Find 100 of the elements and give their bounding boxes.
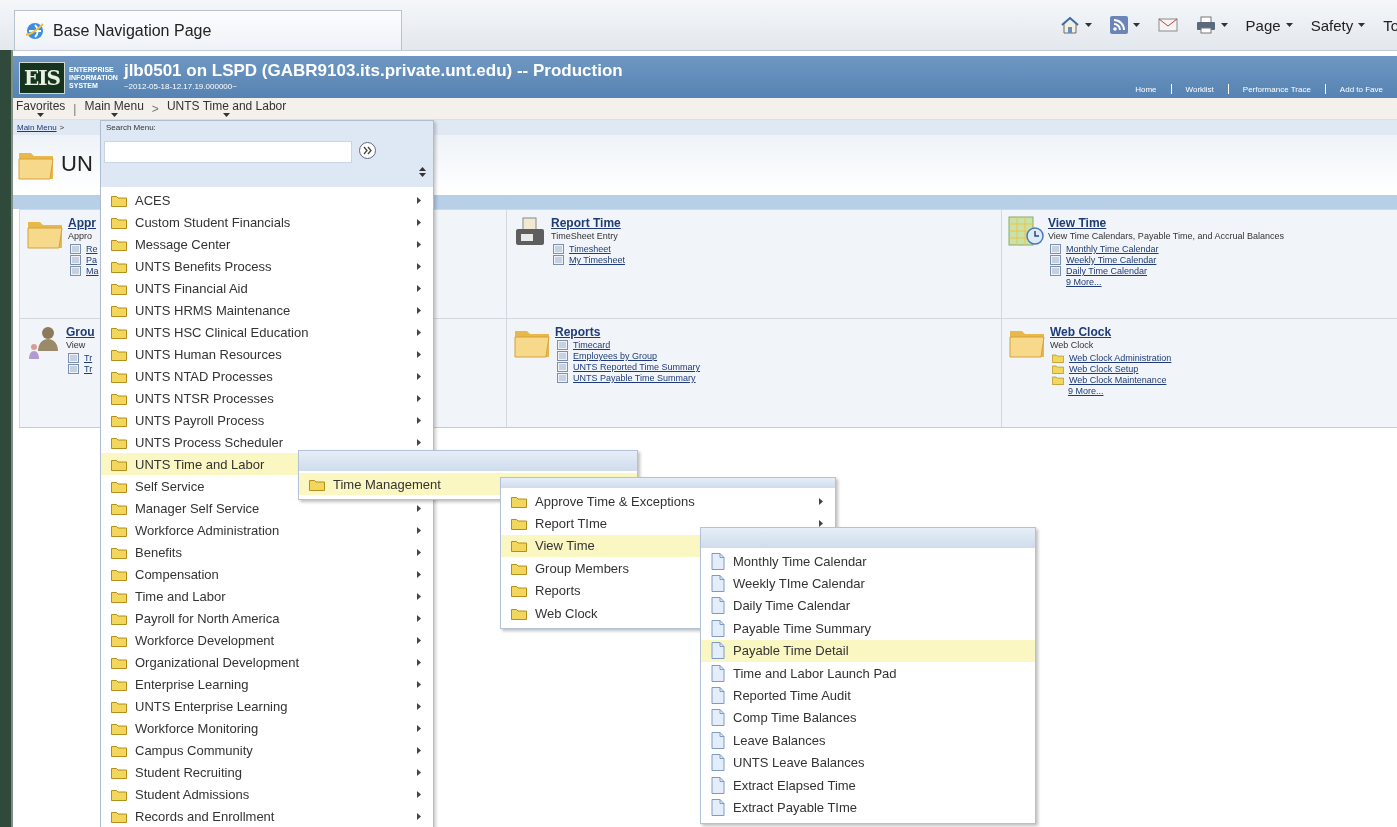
- breadcrumb-menu[interactable]: UNTS Time and Labor: [166, 100, 287, 117]
- menu-item[interactable]: Payable Time Detail: [701, 639, 1035, 662]
- tile-link[interactable]: Monthly Time Calendar: [1048, 244, 1284, 254]
- menu-item[interactable]: UNTS Payroll Process: [101, 409, 433, 431]
- tile-link[interactable]: Tr: [66, 353, 95, 363]
- menu-item[interactable]: Student Recruiting: [101, 761, 433, 783]
- menu-item[interactable]: Compensation: [101, 563, 433, 585]
- calendar-clock-icon: [1008, 216, 1044, 248]
- tile-link[interactable]: 9 More...: [1048, 277, 1284, 287]
- menu-item[interactable]: UNTS Financial Aid: [101, 277, 433, 299]
- tile-title-link[interactable]: Report Time: [551, 216, 626, 230]
- command-button[interactable]: [1107, 14, 1142, 36]
- menu-item[interactable]: Records and Enrollment: [101, 805, 433, 827]
- folder-icon: [111, 611, 127, 625]
- tile-link[interactable]: UNTS Reported Time Summary: [555, 362, 701, 372]
- menu-item[interactable]: UNTS NTAD Processes: [101, 365, 433, 387]
- tile-title-link[interactable]: Appr: [68, 216, 99, 230]
- menu-item[interactable]: Leave Balances: [701, 729, 1035, 752]
- tile-link[interactable]: Web Clock Administration: [1050, 353, 1172, 363]
- menu-item[interactable]: Extract Payable TIme: [701, 796, 1035, 819]
- menu-item[interactable]: Comp Time Balances: [701, 706, 1035, 730]
- arrow-icon: [417, 328, 421, 336]
- menu-item[interactable]: UNTS Leave Balances: [701, 751, 1035, 774]
- breadcrumb-menu[interactable]: Main Menu: [84, 100, 144, 117]
- folder-icon: [511, 606, 527, 620]
- arrow-icon: [417, 746, 421, 754]
- menu-item[interactable]: Manager Self Service: [101, 497, 433, 519]
- menu-item[interactable]: Weekly TIme Calendar: [701, 572, 1035, 595]
- search-go-button[interactable]: [359, 142, 376, 159]
- tile-link[interactable]: 9 More...: [1050, 386, 1172, 396]
- header-link[interactable]: Performance Trace: [1228, 84, 1325, 94]
- tile-title-link[interactable]: View Time: [1048, 216, 1284, 230]
- logo-mark: EIS: [19, 62, 66, 94]
- menu-item[interactable]: Campus Community: [101, 739, 433, 761]
- tile-link[interactable]: Ma: [68, 266, 99, 276]
- tile-link[interactable]: Timesheet: [551, 244, 626, 254]
- tile-link[interactable]: My Timesheet: [551, 255, 626, 265]
- tile-title-link[interactable]: Web Clock: [1050, 325, 1172, 339]
- menu-item[interactable]: Message Center: [101, 233, 433, 255]
- document-icon: [70, 255, 81, 265]
- menu-item[interactable]: Workforce Monitoring: [101, 717, 433, 739]
- sort-icon[interactable]: [419, 167, 426, 177]
- folder-icon: [309, 477, 325, 491]
- search-field[interactable]: [104, 141, 352, 163]
- document-icon: [553, 255, 564, 265]
- tile-link[interactable]: Employees by Group: [555, 351, 701, 361]
- folder-icon: [111, 655, 127, 669]
- tile-link[interactable]: Daily Time Calendar: [1048, 266, 1284, 276]
- menu-item[interactable]: Workforce Administration: [101, 519, 433, 541]
- menu-item[interactable]: ACES: [101, 189, 433, 211]
- home-icon[interactable]: [1059, 16, 1080, 34]
- header-link[interactable]: Home: [1121, 84, 1171, 94]
- menu-item[interactable]: UNTS Process Scheduler: [101, 431, 433, 453]
- tile-link[interactable]: Weekly Time Calendar: [1048, 255, 1284, 265]
- menu-item[interactable]: Enterprise Learning: [101, 673, 433, 695]
- header-link[interactable]: Add to Fave: [1325, 84, 1397, 94]
- arrow-icon: [417, 614, 421, 622]
- folder-icon: [111, 369, 127, 383]
- tile-description: Web Clock: [1050, 340, 1095, 350]
- menu-item[interactable]: Report TIme: [501, 512, 835, 535]
- menu-item[interactable]: Payable Time Summary: [701, 617, 1035, 640]
- tile-link[interactable]: Re: [68, 244, 99, 254]
- arrow-icon: [417, 702, 421, 710]
- tile-title-link[interactable]: Grou: [66, 325, 95, 339]
- menu-item[interactable]: Organizational Development: [101, 651, 433, 673]
- tile-link[interactable]: Web Clock Setup: [1050, 364, 1172, 374]
- tile-link[interactable]: Pa: [68, 255, 99, 265]
- tile-link[interactable]: Timecard: [555, 340, 701, 350]
- menu-item[interactable]: Reported Time Audit: [701, 684, 1035, 707]
- caret-icon: [1220, 23, 1228, 27]
- menu-item[interactable]: Payroll for North America: [101, 607, 433, 629]
- browser-tab[interactable]: Base Navigation Page: [14, 10, 402, 50]
- menu-item[interactable]: UNTS NTSR Processes: [101, 387, 433, 409]
- breadcrumb-menu[interactable]: Favorites: [16, 100, 66, 117]
- printer-icon[interactable]: [1195, 16, 1216, 34]
- menu-item[interactable]: Extract Elapsed Time: [701, 773, 1035, 797]
- menu-item[interactable]: Time and Labor: [101, 585, 433, 607]
- tile-title-link[interactable]: Reports: [555, 325, 701, 339]
- menu-item[interactable]: Workforce Development: [101, 629, 433, 651]
- breadcrumb-link[interactable]: Main Menu: [17, 123, 57, 132]
- menu-item[interactable]: UNTS HRMS Maintenance: [101, 299, 433, 321]
- menu-item[interactable]: Benefits: [101, 541, 433, 563]
- menu-item[interactable]: UNTS HSC Clinical Education: [101, 321, 433, 343]
- folder-icon: [511, 561, 527, 575]
- menu-item[interactable]: Custom Student Financials: [101, 211, 433, 233]
- menu-item[interactable]: UNTS Benefits Process: [101, 255, 433, 277]
- tile-link[interactable]: UNTS Payable Time Summary: [555, 373, 701, 383]
- header-link[interactable]: Worklist: [1171, 84, 1228, 94]
- tile-link[interactable]: Tr: [66, 364, 95, 374]
- feed-icon[interactable]: [1109, 16, 1128, 34]
- document-icon: [557, 340, 568, 350]
- menu-item[interactable]: Student Admissions: [101, 783, 433, 805]
- command-menu[interactable]: Page: [1243, 14, 1295, 36]
- menu-item[interactable]: Daily Time Calendar: [701, 594, 1035, 618]
- menu-item[interactable]: Time and Labor Launch Pad: [701, 661, 1035, 685]
- menu-item[interactable]: UNTS Enterprise Learning: [101, 695, 433, 717]
- command-menu[interactable]: Safety: [1308, 14, 1368, 36]
- document-icon: [68, 353, 79, 363]
- tile-link[interactable]: Web Clock Maintenance: [1050, 375, 1172, 385]
- menu-item[interactable]: UNTS Human Resources: [101, 343, 433, 365]
